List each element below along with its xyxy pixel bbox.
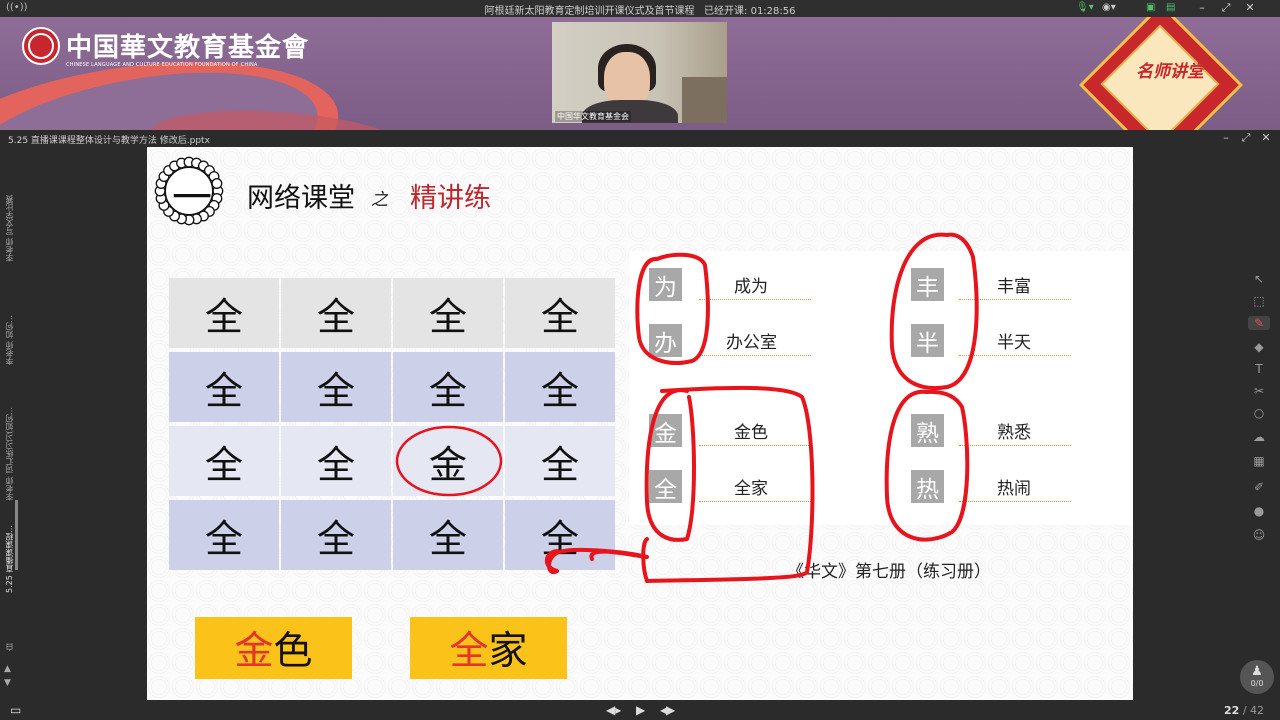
annotation-box-left-edge [641, 537, 649, 583]
annotation-loop-mid-left [644, 388, 696, 542]
annotation-layer [395, 232, 979, 583]
rail-item-active[interactable]: 5.25 直播课课程... [4, 525, 15, 593]
bottom-bar: ▭ ◀▸ ▶ ◂▶ 22 / 42 [0, 700, 1280, 720]
edit-tool-icon[interactable]: ✐ [1248, 480, 1270, 494]
video-person-face [604, 52, 650, 107]
rail-item[interactable]: 李老师 写文学比赛 [4, 195, 15, 262]
document-bar: 5.25 直播课课程整体设计与教学方法 修改后.pptx – ⤢ ✕ [0, 130, 1280, 147]
text-tool-icon[interactable]: T [1248, 362, 1270, 376]
foundation-name-en: CHINESE LANGUAGE AND CULTURE EDUCATION F… [66, 62, 258, 68]
rail-active-indicator [15, 500, 18, 570]
select-tool-icon[interactable]: ⬚ [1248, 294, 1270, 308]
annotation-loop-top-left [635, 252, 710, 365]
person-icon: ♟ [1251, 664, 1263, 679]
play-icon[interactable]: ▶ [636, 703, 645, 717]
page-indicator: 22 / 42 [1224, 704, 1265, 717]
cloud-tool-icon[interactable]: ☁ [1248, 430, 1270, 444]
slide-list-rail: 李老师 写文学比赛 李老师 如何... 李老师 词汇练习习(如何... 5.25… [0, 147, 20, 700]
annotation-circle-odd-char [395, 425, 503, 497]
rail-scroll-down-icon[interactable]: ▼ [4, 678, 11, 688]
maximize-icon[interactable]: ⤢ [1216, 1, 1236, 15]
annotation-box-right [645, 385, 815, 583]
shape-tool-icon[interactable]: ○ [1248, 406, 1270, 420]
badge-title: 名师讲堂 [1136, 62, 1204, 82]
rail-item[interactable]: 李老师 词汇练习习(如何... [4, 407, 15, 500]
minimize-icon[interactable]: – [1192, 1, 1212, 14]
microphone-icon[interactable]: 🎙▾ [1076, 2, 1094, 13]
presentation-slide: 一 网络课堂 之 精讲练 全 全 全 全 全 全 全 全 全 全 金 全 全 全… [147, 147, 1133, 700]
doc-close-icon[interactable]: ✕ [1256, 131, 1276, 144]
doc-expand-icon[interactable]: ⤢ [1236, 131, 1256, 145]
title-bar: ((•)) 阿根廷新太阳教育定制培训开课仪式及首节课程 已经开课: 01:28:… [0, 0, 1280, 17]
annotation-toolbar: ↖ ⬚ ✎ ◆ T ✂ ○ ☁ ▦ ✐ ● ☺ [1248, 268, 1270, 548]
highlighter-tool-icon[interactable]: ◆ [1248, 340, 1270, 354]
chat-tool-icon[interactable]: ● [1248, 504, 1270, 518]
foundation-logo-inner [28, 33, 54, 59]
camera-icon[interactable]: ◉▾ [1102, 2, 1116, 13]
annotation-loop-top-right [889, 232, 979, 390]
members-tool-icon[interactable]: ☺ [1248, 528, 1270, 542]
doc-minimize-icon[interactable]: – [1216, 131, 1236, 144]
video-caption: 中国华文教育基金会 [555, 111, 631, 122]
annotation-loop-mid-right [884, 389, 970, 542]
pointer-tool-icon[interactable]: ↖ [1248, 272, 1270, 286]
document-filename: 5.25 直播课课程整体设计与教学方法 修改后.pptx [8, 136, 210, 146]
toolbox-icon[interactable]: ▦ [1248, 454, 1270, 468]
rail-item[interactable]: 白 [4, 643, 15, 651]
rail-scroll-up-icon[interactable]: ▲ [4, 664, 11, 674]
layout-icon[interactable]: ▤ [1166, 2, 1175, 13]
next-slide-icon[interactable]: ◂▶ [660, 703, 675, 717]
rail-item[interactable]: 李老师 如何... [4, 315, 15, 365]
attendee-count: 0/0 [1250, 679, 1264, 688]
video-bookshelf [682, 77, 727, 123]
pen-tool-icon[interactable]: ✎ [1248, 316, 1270, 330]
scissors-tool-icon[interactable]: ✂ [1248, 384, 1270, 398]
close-icon[interactable]: ✕ [1240, 1, 1260, 14]
share-screen-icon[interactable]: ▣ [1146, 2, 1155, 13]
foundation-name-cn: 中国華文教育基金會 [66, 33, 310, 63]
panel-toggle-icon[interactable]: ▭ [10, 703, 21, 717]
prev-slide-icon[interactable]: ◀▸ [606, 703, 621, 717]
teacher-video[interactable]: 中国华文教育基金会 [552, 22, 727, 123]
attendee-indicator[interactable]: ♟ 0/0 [1240, 660, 1274, 694]
